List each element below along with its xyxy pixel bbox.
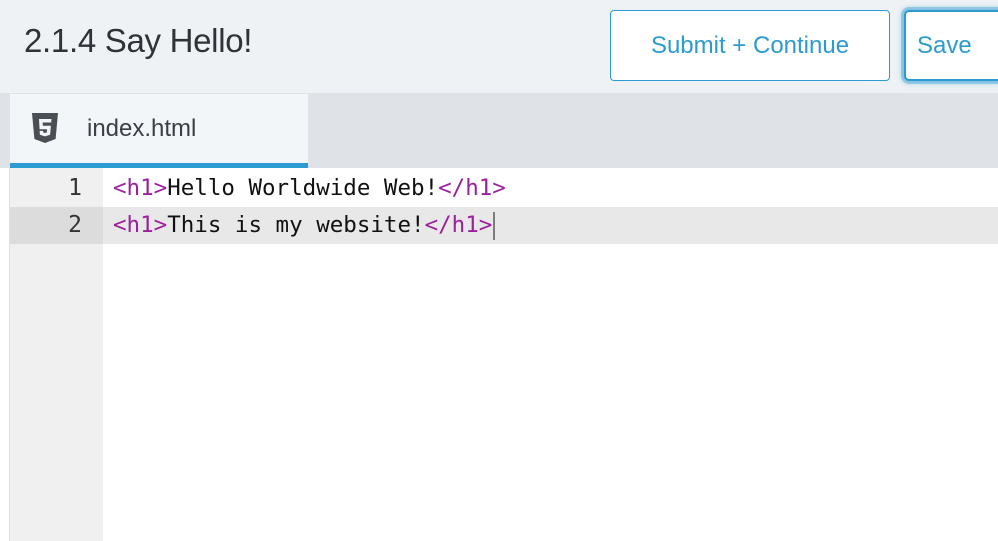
code-editor[interactable]: 1 <h1>Hello Worldwide Web!</h1> 2 <h1>Th…: [0, 168, 998, 541]
header: 2.1.4 Say Hello! Submit + Continue Save: [0, 0, 998, 94]
close-tag: </h1>: [424, 212, 493, 238]
code-line-active[interactable]: 2 <h1>This is my website!</h1>: [10, 207, 998, 244]
tab-label: index.html: [87, 115, 197, 142]
code-text[interactable]: <h1>Hello Worldwide Web!</h1>: [113, 170, 506, 207]
line-number: 1: [68, 175, 82, 201]
close-tag: </h1>: [438, 175, 506, 201]
file-tab-bar: index.html: [0, 94, 998, 168]
code-editor-app: 2.1.4 Say Hello! Submit + Continue Save …: [0, 0, 998, 541]
text-content: Hello Worldwide Web!: [167, 175, 439, 201]
html5-icon: [32, 113, 58, 143]
code-line[interactable]: 1 <h1>Hello Worldwide Web!</h1>: [10, 170, 998, 207]
save-button[interactable]: Save: [904, 10, 998, 81]
code-text[interactable]: <h1>This is my website!</h1>: [113, 207, 496, 244]
open-tag: <h1>: [113, 212, 168, 238]
line-number: 2: [68, 212, 82, 238]
tab-index-html[interactable]: index.html: [10, 94, 308, 168]
text-content: This is my website!: [167, 212, 425, 238]
open-tag: <h1>: [113, 175, 168, 201]
page-title: 2.1.4 Say Hello!: [24, 22, 253, 59]
submit-continue-button[interactable]: Submit + Continue: [610, 10, 890, 81]
text-cursor: [493, 211, 496, 240]
editor-left-border: [0, 168, 10, 541]
